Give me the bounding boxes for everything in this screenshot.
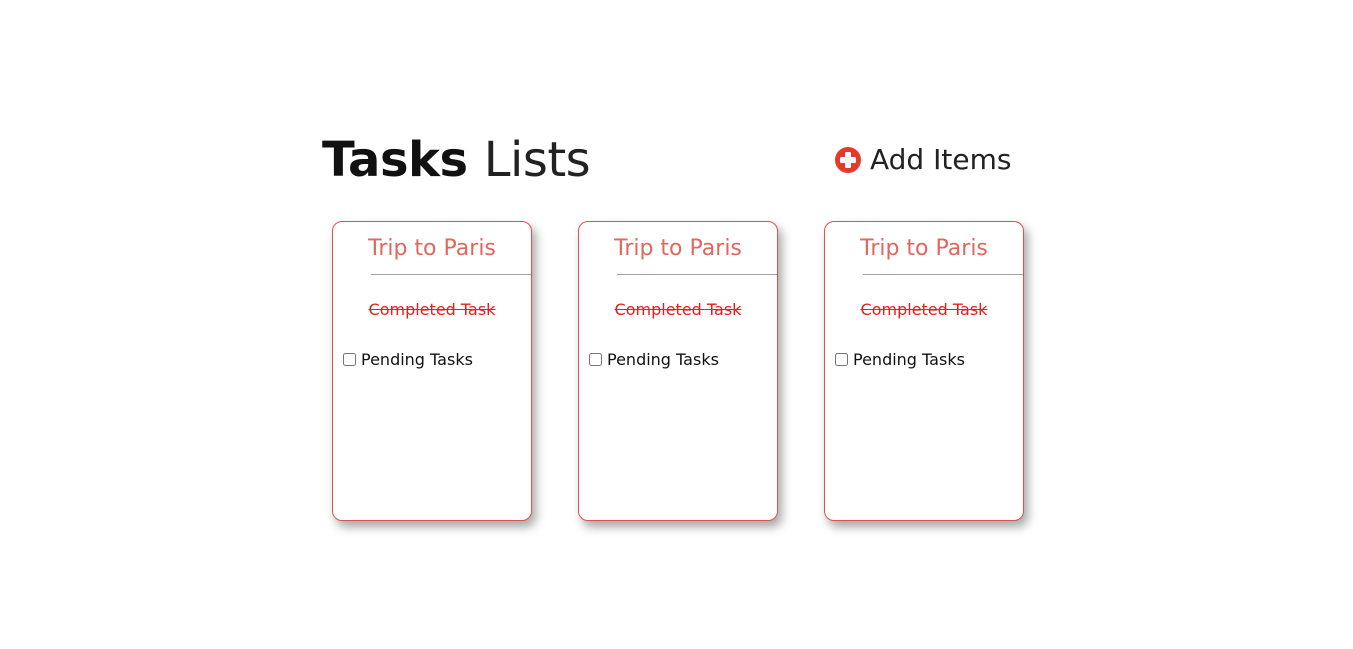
card-title: Trip to Paris: [614, 236, 742, 261]
page-title-light: Lists: [483, 132, 591, 188]
completed-task[interactable]: Completed Task: [333, 300, 531, 319]
pending-task-checkbox[interactable]: [835, 353, 848, 366]
page: Tasks Lists Add Items Trip to Paris Comp…: [0, 0, 1353, 649]
pending-task-label: Pending Tasks: [607, 350, 719, 369]
card-title: Trip to Paris: [860, 236, 988, 261]
card-divider: [371, 274, 531, 275]
pending-task-label: Pending Tasks: [361, 350, 473, 369]
completed-task[interactable]: Completed Task: [579, 300, 777, 319]
pending-task-label: Pending Tasks: [853, 350, 965, 369]
plus-circle-icon: [835, 147, 861, 173]
pending-task-checkbox[interactable]: [589, 353, 602, 366]
pending-task[interactable]: Pending Tasks: [835, 350, 965, 369]
task-card: Trip to Paris Completed Task Pending Tas…: [824, 221, 1024, 521]
task-card: Trip to Paris Completed Task Pending Tas…: [332, 221, 532, 521]
card-title: Trip to Paris: [368, 236, 496, 261]
page-title: Tasks Lists: [322, 131, 591, 189]
pending-task-checkbox[interactable]: [343, 353, 356, 366]
task-card: Trip to Paris Completed Task Pending Tas…: [578, 221, 778, 521]
card-divider: [863, 274, 1023, 275]
pending-task[interactable]: Pending Tasks: [343, 350, 473, 369]
pending-task[interactable]: Pending Tasks: [589, 350, 719, 369]
completed-task[interactable]: Completed Task: [825, 300, 1023, 319]
page-title-bold: Tasks: [322, 132, 468, 188]
add-items-label: Add Items: [870, 143, 1012, 176]
card-divider: [617, 274, 777, 275]
add-items-button[interactable]: Add Items: [835, 144, 1011, 176]
